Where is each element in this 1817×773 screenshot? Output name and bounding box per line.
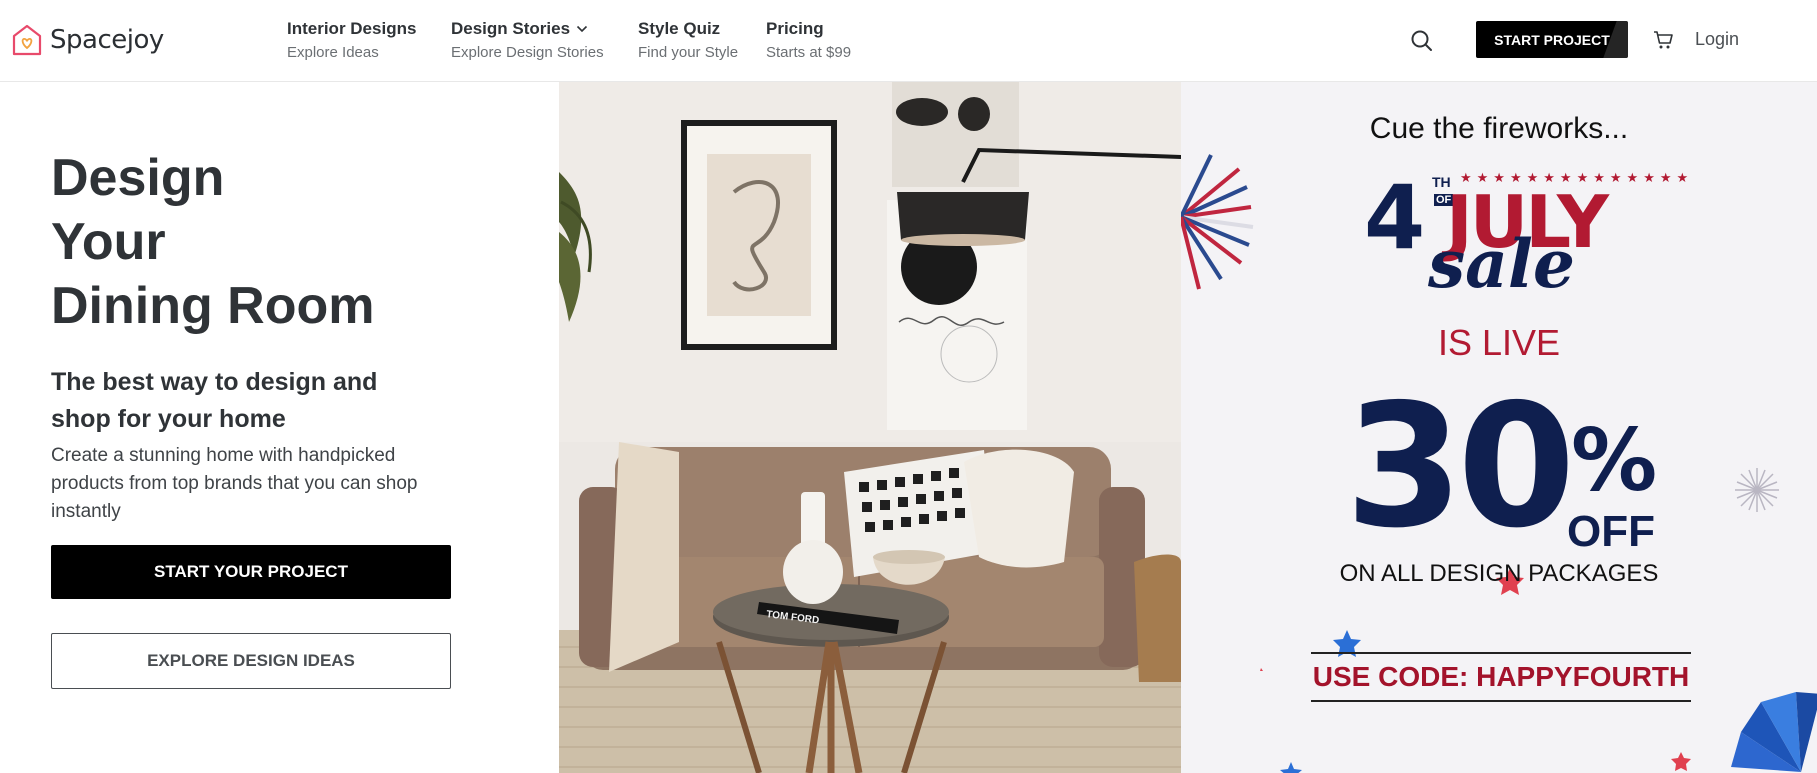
hero-title: Design Your Dining Room [51,146,531,338]
hero-title-line: Design [51,149,225,207]
cart-icon[interactable] [1652,29,1674,51]
headline-number: 4 [1364,166,1426,269]
nav-subtitle: Explore Ideas [287,44,379,61]
brand-name: Spacejoy [50,25,164,55]
hero-section: Design Your Dining Room The best way to … [0,82,559,773]
hero-room-image: TOM FORD [559,82,1181,773]
fourth-of-july-logo: ★★★★★★★★★★★★★★ 4 TH OF JULY sale [1364,166,1688,320]
nav-title: Interior Designs [287,19,417,38]
start-project-button[interactable]: START PROJECT [1476,21,1628,58]
start-project-label: START PROJECT [1494,31,1610,48]
discount-scope: ON ALL DESIGN PACKAGES [1339,560,1659,587]
nav-subtitle: Starts at $99 [766,44,852,61]
promo-code-text: USE CODE: HAPPYFOURTH [1312,661,1690,692]
nav-item-interior-designs[interactable]: Interior Designs Explore Ideas [287,19,416,61]
hero-title-line: Your [51,213,166,271]
house-heart-icon [12,24,42,56]
promo-tagline: Cue the fireworks... [1369,112,1629,145]
nav-item-pricing[interactable]: Pricing Starts at $99 [766,19,851,61]
hero-title-line: Dining Room [51,277,375,335]
promo-banner[interactable]: Cue the fireworks... ★★★★★★★★★★★★★★ 4 TH… [1181,82,1817,773]
headline-sale: sale [1428,225,1575,303]
hero-subtitle: The best way to design and shop for your… [51,368,378,433]
hero-description: Create a stunning home with handpicked p… [51,445,418,522]
nav-title: Design Stories [451,19,571,38]
chevron-down-icon[interactable] [576,25,588,33]
explore-design-ideas-button[interactable]: EXPLORE DESIGN IDEAS [51,633,451,689]
start-your-project-button[interactable]: START YOUR PROJECT [51,545,451,599]
login-link[interactable]: Login [1695,29,1739,50]
discount-off: OFF [1567,507,1655,556]
discount-number: 30 [1345,368,1576,566]
brand-logo[interactable]: Spacejoy [10,22,164,58]
nav-item-design-stories[interactable]: Design Stories Explore Design Stories [451,19,604,61]
nav-title: Style Quiz [638,19,721,38]
search-icon[interactable] [1409,28,1435,54]
promo-code: USE CODE: HAPPYFOURTH [1311,652,1691,702]
nav-title: Pricing [766,19,824,38]
site-header: Spacejoy Interior Designs Explore Ideas … [0,0,1817,82]
discount-percent-sign: % [1571,411,1658,511]
nav-subtitle: Explore Design Stories [451,44,604,61]
nav-item-style-quiz[interactable]: Style Quiz Find your Style [638,19,738,61]
is-live-text: IS LIVE [1437,322,1561,363]
nav-subtitle: Find your Style [638,44,739,61]
